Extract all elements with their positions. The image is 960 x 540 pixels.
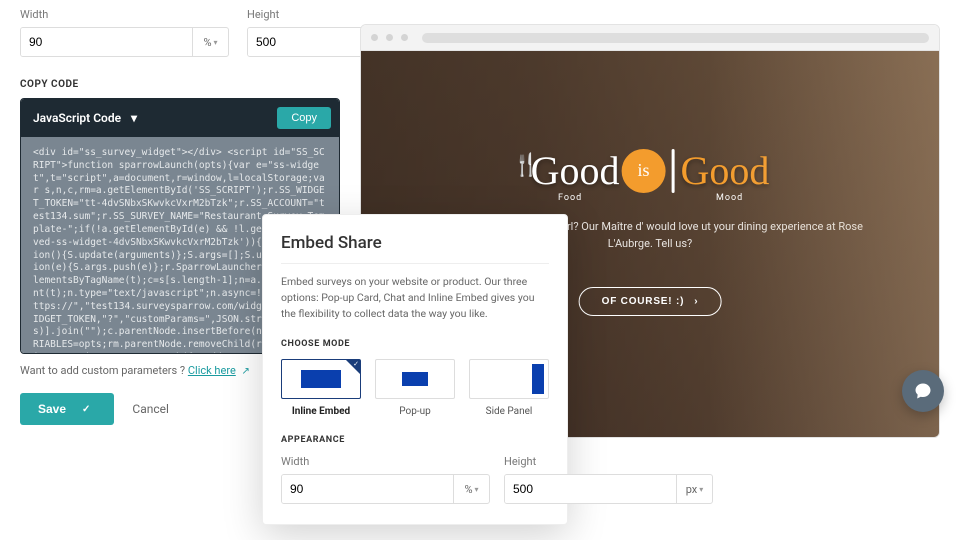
window-dot xyxy=(371,34,378,41)
width-label: Width xyxy=(20,8,229,21)
code-type-select[interactable]: JavaScript Code▾ xyxy=(33,111,137,125)
modal-width-input[interactable] xyxy=(282,475,453,503)
check-icon: ✓ xyxy=(353,360,359,368)
modal-description: Embed surveys on your website or product… xyxy=(281,274,549,321)
custom-params-text: Want to add custom parameters ? xyxy=(20,364,188,377)
modal-height-group: Height px▾ xyxy=(504,455,713,504)
cta-button[interactable]: OF COURSE! :)› xyxy=(579,287,722,316)
check-icon: ✓ xyxy=(82,404,90,415)
logo: Good 🍴 is Good xyxy=(531,147,770,194)
fork-icon: 🍴 xyxy=(513,153,540,178)
chevron-down-icon: ▾ xyxy=(699,485,703,494)
mode-popup[interactable]: Pop-up xyxy=(375,359,455,417)
modal-title: Embed Share xyxy=(281,233,549,264)
choose-mode-heading: CHOOSE MODE xyxy=(281,339,549,349)
chevron-right-icon: › xyxy=(694,296,698,307)
modal-height-unit-select[interactable]: px▾ xyxy=(676,475,712,503)
modal-width-unit-select[interactable]: %▾ xyxy=(453,475,489,503)
width-group: Width %▾ xyxy=(20,8,229,57)
logo-text-right: Good xyxy=(681,147,770,194)
embed-share-modal: Embed Share Embed surveys on your websit… xyxy=(262,214,568,525)
width-input[interactable] xyxy=(21,28,192,56)
height-label: Height xyxy=(247,8,456,21)
mode-side-panel[interactable]: Side Panel xyxy=(469,359,549,417)
modal-height-label: Height xyxy=(504,455,713,468)
chevron-down-icon: ▾ xyxy=(214,38,218,47)
divider-icon xyxy=(672,149,675,193)
window-dot xyxy=(386,34,393,41)
logo-text-left: Good xyxy=(531,147,620,194)
chat-fab-button[interactable] xyxy=(902,370,944,412)
width-unit-select[interactable]: %▾ xyxy=(192,28,228,56)
appearance-heading: APPEARANCE xyxy=(281,435,549,445)
mode-label: Inline Embed xyxy=(281,406,361,417)
modal-width-label: Width xyxy=(281,455,490,468)
mode-inline-embed[interactable]: ✓ Inline Embed xyxy=(281,359,361,417)
copy-code-heading: COPY CODE xyxy=(20,79,340,90)
browser-chrome xyxy=(361,25,939,51)
caret-down-icon: ▾ xyxy=(131,111,137,125)
chat-icon xyxy=(913,381,933,401)
mode-label: Side Panel xyxy=(469,406,549,417)
window-dot xyxy=(401,34,408,41)
copy-button[interactable]: Copy xyxy=(277,107,331,129)
logo-sub-right: Mood xyxy=(716,193,743,203)
logo-sub-left: Food xyxy=(558,193,582,203)
logo-badge: is xyxy=(622,149,666,193)
url-bar xyxy=(422,33,929,43)
mode-label: Pop-up xyxy=(375,406,455,417)
save-button[interactable]: Save✓ xyxy=(20,393,114,425)
chevron-down-icon: ▾ xyxy=(475,485,479,494)
cancel-button[interactable]: Cancel xyxy=(132,402,169,416)
modal-width-group: Width %▾ xyxy=(281,455,490,504)
modal-height-input[interactable] xyxy=(505,475,676,503)
custom-params-link[interactable]: Click here xyxy=(188,364,236,377)
external-link-icon: ↗ xyxy=(242,366,250,377)
